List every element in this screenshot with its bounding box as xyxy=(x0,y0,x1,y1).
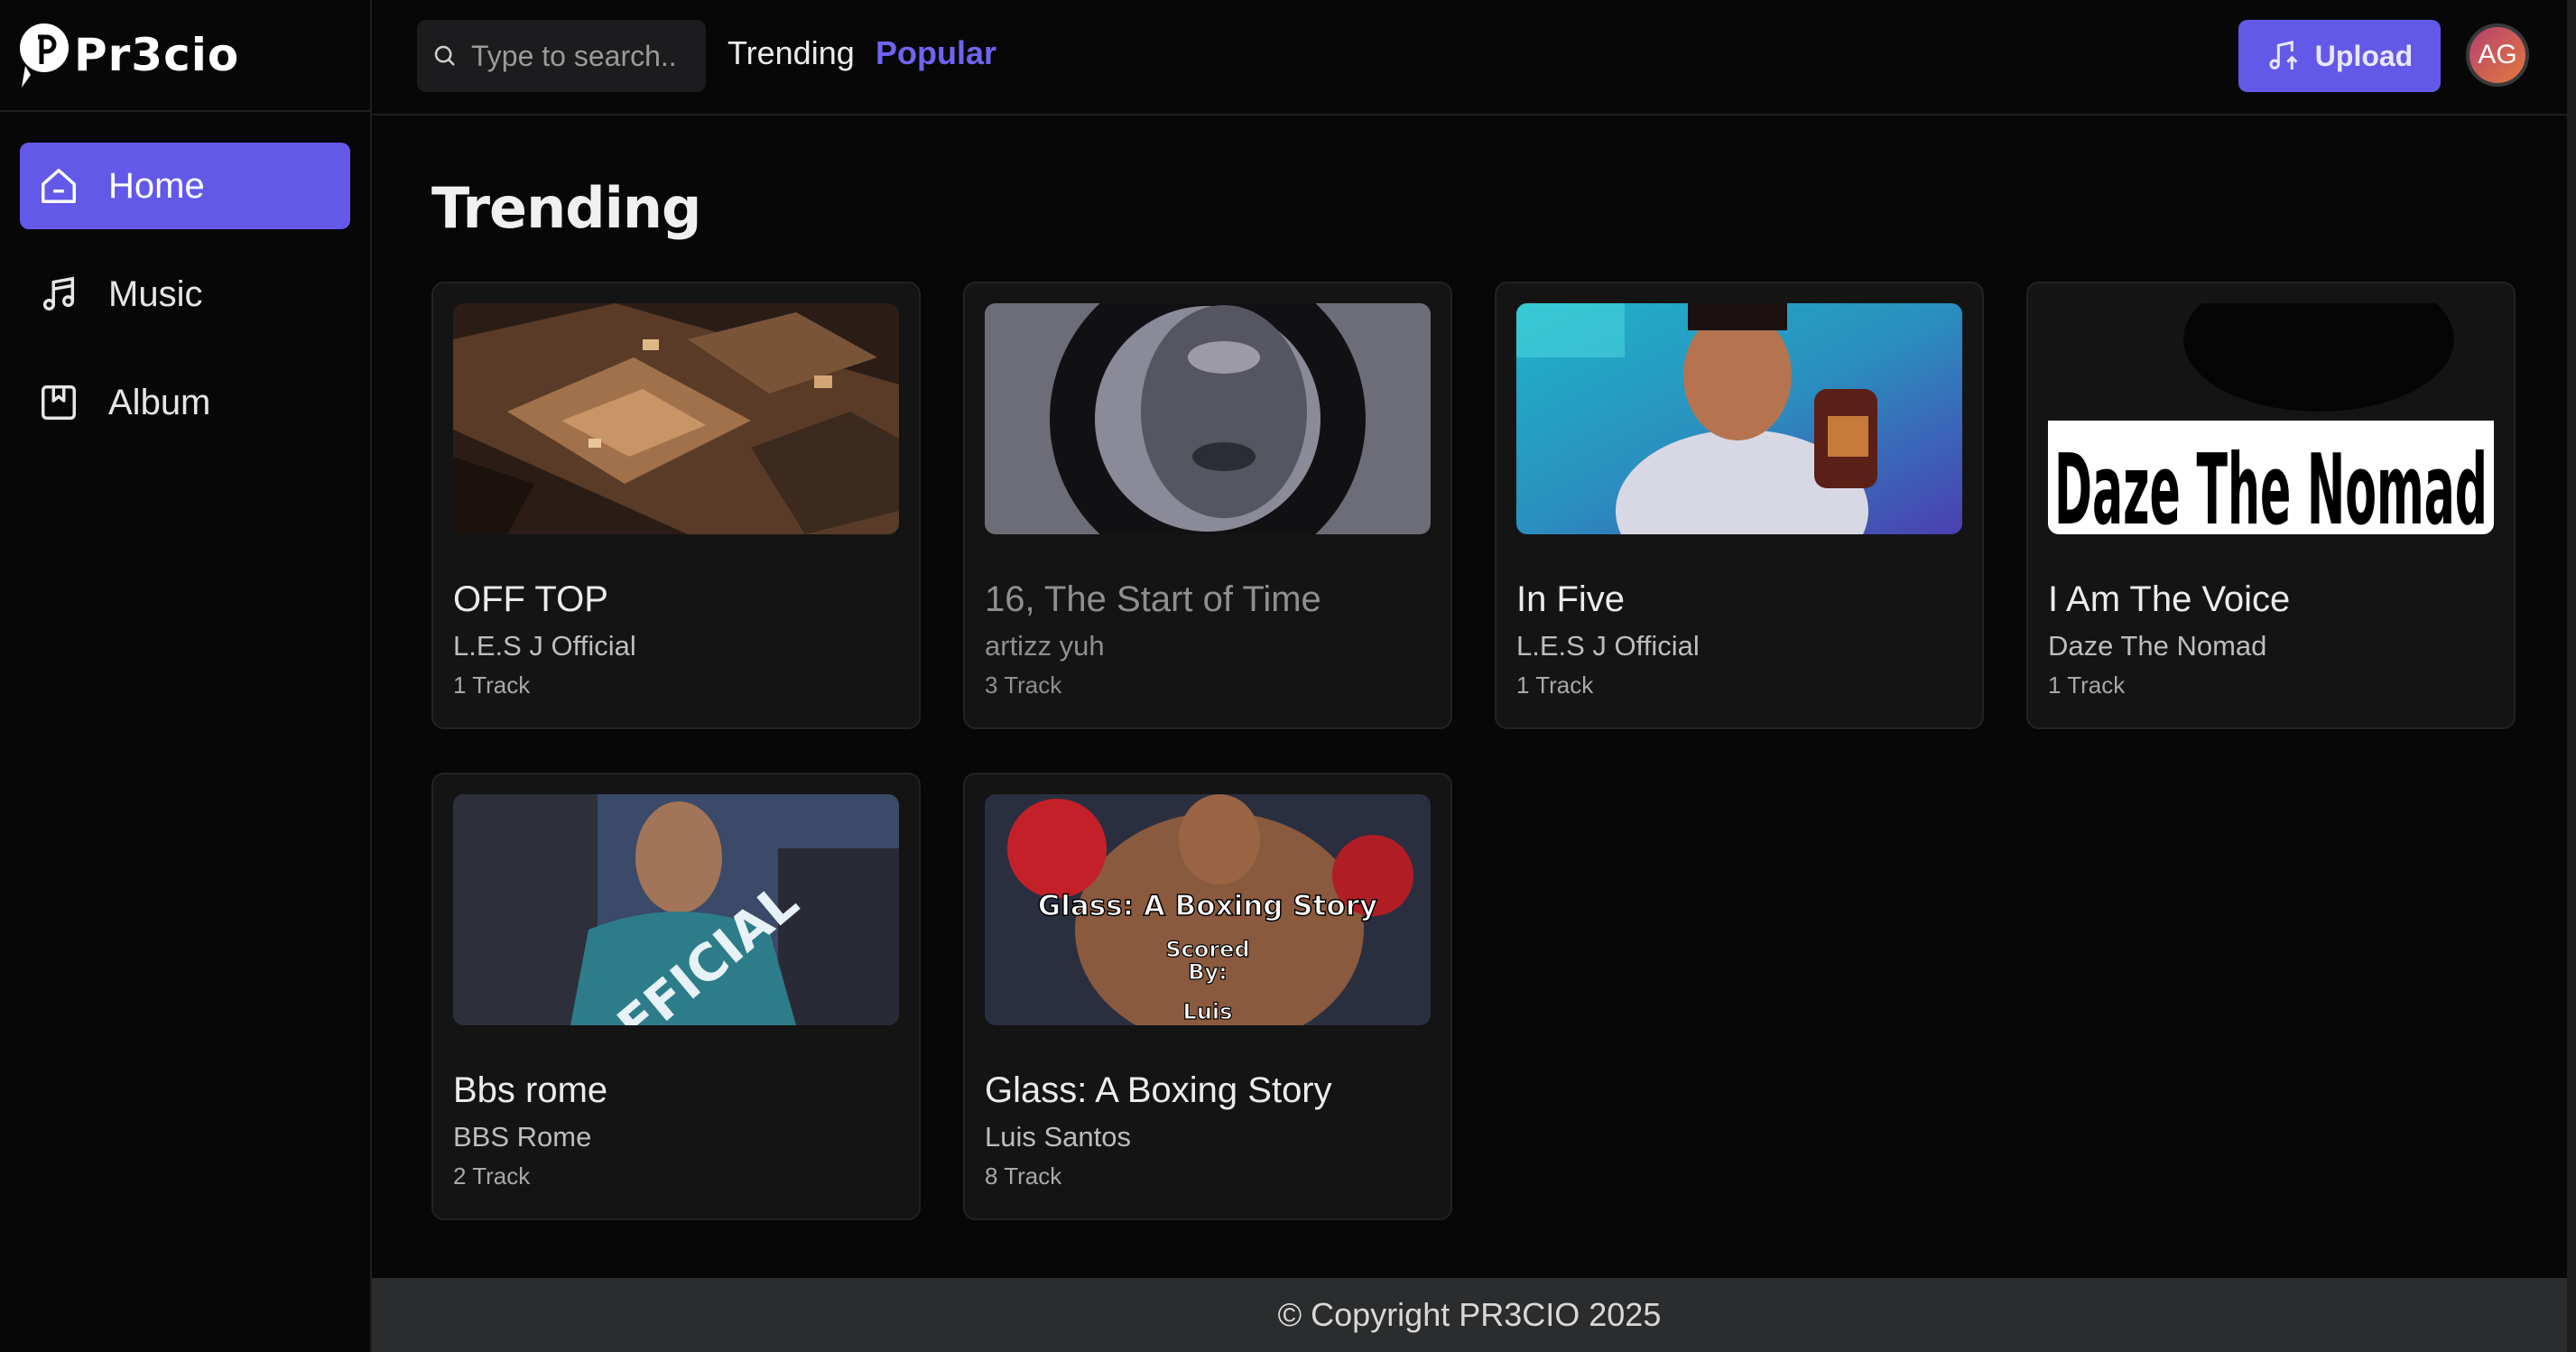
cover-text: Daze The Nomad xyxy=(2054,434,2488,534)
album-card[interactable]: OFF TOP L.E.S J Official 1 Track xyxy=(431,282,921,729)
upload-button[interactable]: Upload xyxy=(2238,20,2441,92)
album-title: In Five xyxy=(1516,579,1626,619)
sidebar: Pr3cio Home Music Album xyxy=(0,0,372,1352)
top-bar: Trending Popular Upload AG xyxy=(372,0,2576,116)
sidebar-item-music[interactable]: Music xyxy=(20,251,350,338)
search-input[interactable] xyxy=(469,38,690,74)
copyright-text: © Copyright PR3CIO 2025 xyxy=(1277,1296,1662,1333)
album-artist: Luis Santos xyxy=(985,1121,1131,1153)
album-artist: artizz yuh xyxy=(985,630,1105,662)
sidebar-item-label: Album xyxy=(108,382,211,422)
sidebar-item-album[interactable]: Album xyxy=(20,359,350,446)
sidebar-item-label: Music xyxy=(108,273,203,314)
album-title: OFF TOP xyxy=(453,579,608,619)
album-cover xyxy=(985,303,1431,534)
album-cover: OFFICIAL xyxy=(453,794,899,1025)
avatar-initials: AG xyxy=(2478,40,2517,69)
album-track-count: 8 Track xyxy=(985,1162,1062,1190)
album-track-count: 3 Track xyxy=(985,671,1062,699)
sidebar-nav: Home Music Album xyxy=(0,112,370,446)
cover-text: Luis xyxy=(1183,999,1233,1024)
cover-text: By: xyxy=(1188,959,1228,985)
cover-text: Scored xyxy=(1165,937,1249,962)
album-card[interactable]: Glass: A Boxing Story Scored By: Luis Gl… xyxy=(963,773,1452,1220)
album-track-count: 1 Track xyxy=(453,671,531,699)
search-icon xyxy=(434,45,455,66)
scrollbar[interactable] xyxy=(2567,0,2576,1352)
album-artist: L.E.S J Official xyxy=(453,630,636,662)
album-cover xyxy=(1516,303,1962,534)
home-icon xyxy=(38,165,79,207)
album-track-count: 1 Track xyxy=(1516,671,1594,699)
footer: © Copyright PR3CIO 2025 xyxy=(372,1278,2567,1352)
cover-text: Glass: A Boxing Story xyxy=(1038,890,1377,922)
sidebar-item-label: Home xyxy=(108,165,205,206)
album-cover xyxy=(453,303,899,534)
album-icon xyxy=(38,382,79,423)
search-box[interactable] xyxy=(417,20,706,92)
album-title: I Am The Voice xyxy=(2048,579,2291,619)
album-card[interactable]: 16, The Start of Time artizz yuh 3 Track xyxy=(963,282,1452,729)
album-card[interactable]: OFFICIAL Bbs rome BBS Rome 2 Track xyxy=(431,773,921,1220)
brand-name: Pr3cio xyxy=(74,29,240,81)
main-content: Trending OFF TOP L.E.S J Official 1 Trac… xyxy=(372,116,2567,1278)
album-card[interactable]: Daze The Nomad I Am The Voice Daze The N… xyxy=(2026,282,2516,729)
upload-label: Upload xyxy=(2314,39,2414,72)
tab-popular[interactable]: Popular xyxy=(876,34,996,72)
sidebar-item-home[interactable]: Home xyxy=(20,143,350,229)
album-title: Bbs rome xyxy=(453,1070,608,1110)
album-cover: Daze The Nomad xyxy=(2048,303,2494,534)
album-title: Glass: A Boxing Story xyxy=(985,1070,1332,1110)
album-cover: Glass: A Boxing Story Scored By: Luis xyxy=(985,794,1431,1025)
page-title: Trending xyxy=(431,175,701,241)
album-artist: BBS Rome xyxy=(453,1121,592,1153)
album-track-count: 2 Track xyxy=(453,1162,531,1190)
music-note-icon xyxy=(38,273,79,315)
album-artist: L.E.S J Official xyxy=(1516,630,1700,662)
album-title: 16, The Start of Time xyxy=(985,579,1321,619)
album-track-count: 1 Track xyxy=(2048,671,2126,699)
tab-trending[interactable]: Trending xyxy=(727,34,855,72)
avatar[interactable]: AG xyxy=(2466,23,2529,87)
music-upload-icon xyxy=(2269,41,2298,69)
brand-logo-icon xyxy=(20,23,69,88)
brand[interactable]: Pr3cio xyxy=(0,0,370,112)
album-card[interactable]: In Five L.E.S J Official 1 Track xyxy=(1495,282,1984,729)
album-artist: Daze The Nomad xyxy=(2048,630,2267,662)
